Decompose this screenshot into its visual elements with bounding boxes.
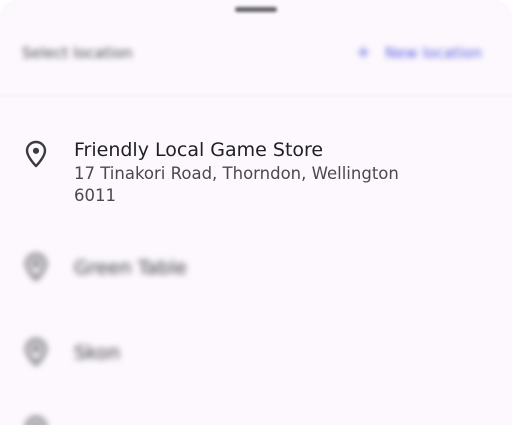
location-picker-sheet: Select location + New location Friendly … — [0, 0, 512, 425]
location-pin-icon — [25, 416, 47, 425]
location-item[interactable] — [0, 410, 512, 425]
location-item[interactable]: Green Table — [0, 245, 512, 295]
location-name: Friendly Local Game Store — [74, 139, 324, 161]
new-location-button[interactable]: + New location — [356, 42, 482, 63]
sheet-title: Select location — [22, 44, 133, 62]
location-pin-icon — [25, 140, 47, 168]
location-name: Skon — [74, 342, 121, 364]
new-location-label: New location — [384, 43, 482, 62]
plus-icon: + — [355, 42, 371, 63]
location-item[interactable]: Skon — [0, 330, 512, 380]
location-pin-icon — [25, 338, 47, 366]
location-pin-icon — [25, 253, 47, 281]
location-name: Green Table — [74, 257, 187, 279]
location-address: 17 Tinakori Road, Thorndon, Wellington 6… — [74, 164, 399, 205]
header-divider — [0, 95, 512, 96]
sheet-header: Select location + New location — [0, 20, 512, 90]
location-item[interactable]: Friendly Local Game Store 17 Tinakori Ro… — [0, 130, 512, 220]
drag-handle[interactable] — [235, 7, 277, 12]
